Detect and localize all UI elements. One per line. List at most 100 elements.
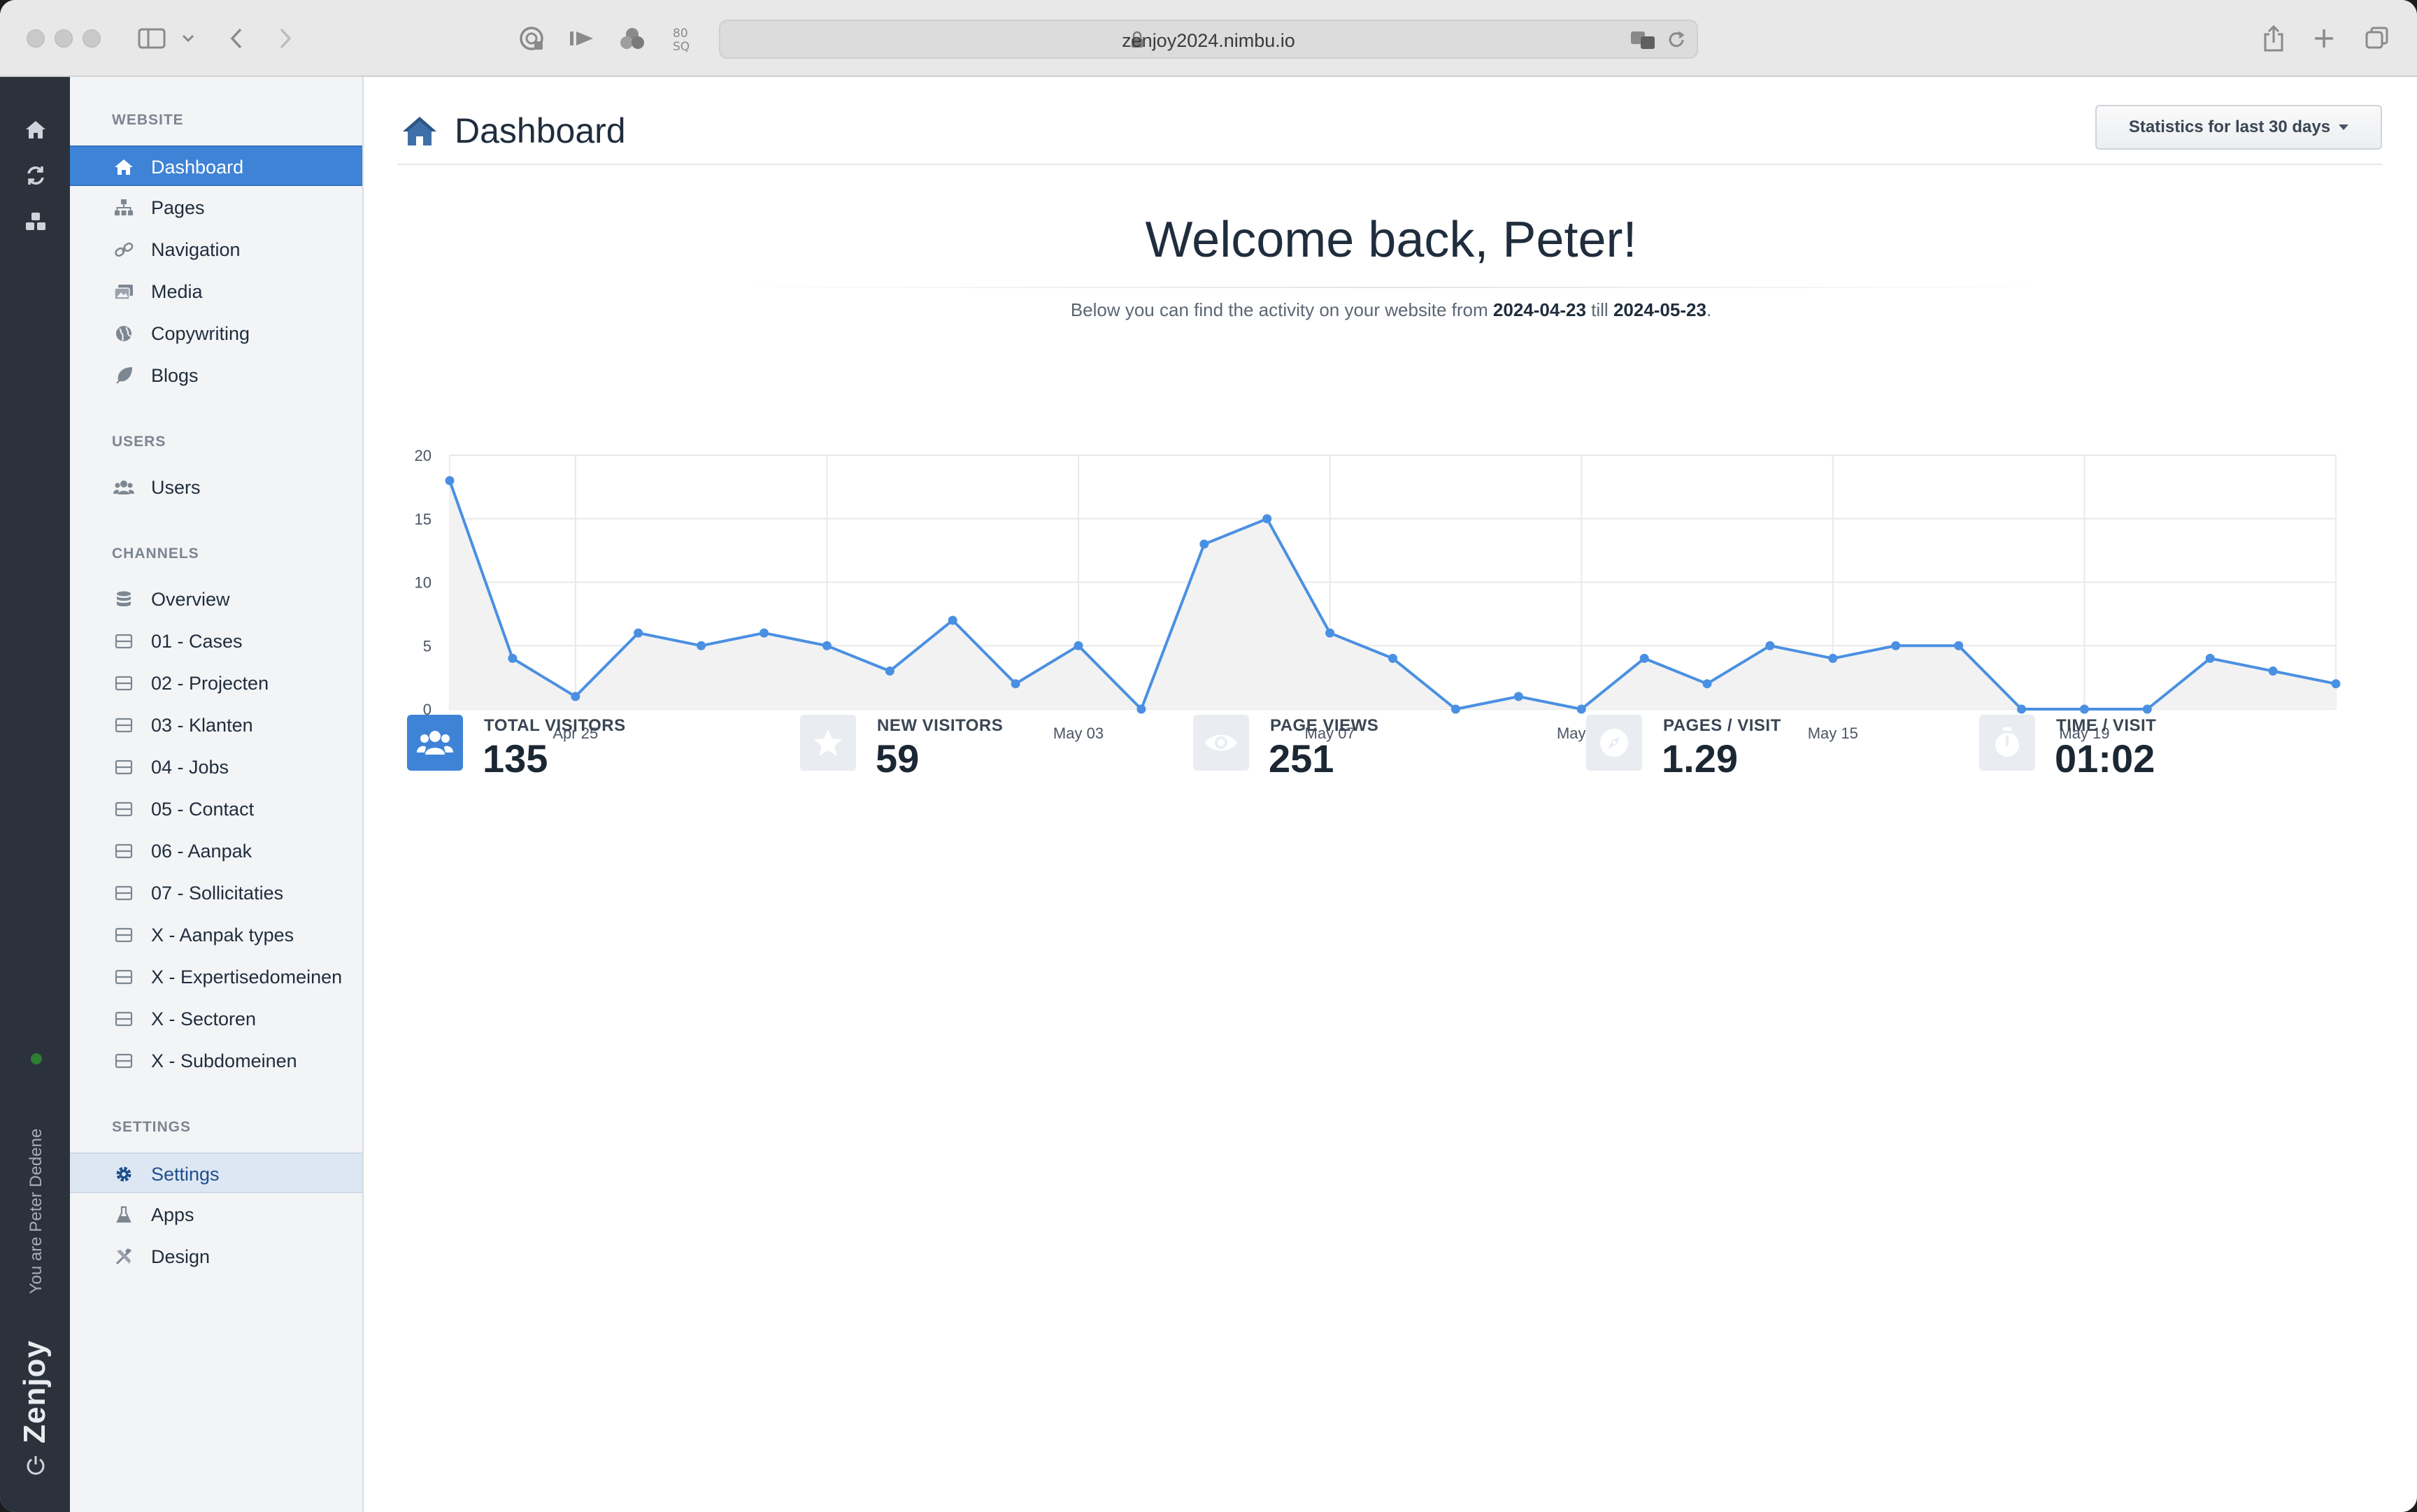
sidebar-item-label: Blogs	[151, 365, 199, 386]
globe-icon	[113, 324, 134, 343]
channel-icon	[113, 841, 134, 861]
sidebar-item-pages[interactable]: Pages	[70, 187, 362, 228]
chart-point	[1199, 539, 1209, 549]
sidebar-item-copywriting[interactable]: Copywriting	[70, 313, 362, 354]
translate-icon[interactable]	[1630, 29, 1657, 54]
chevron-down-icon[interactable]	[178, 21, 199, 56]
chart-point	[822, 641, 832, 650]
chart-point	[508, 653, 518, 663]
rail-sync-icon[interactable]	[21, 161, 50, 190]
forward-icon[interactable]	[271, 21, 299, 56]
stat-value: 251	[1269, 736, 1334, 780]
sidebar-item-channel[interactable]: X - Sectoren	[70, 999, 362, 1039]
channel-icon	[113, 883, 134, 903]
sidebar-item-channel[interactable]: 05 - Contact	[70, 789, 362, 829]
stat-label: TIME / VISIT	[2056, 716, 2157, 735]
sidebar-item-channel[interactable]: X - Aanpak types	[70, 915, 362, 955]
window-close-button[interactable]	[27, 29, 45, 48]
sidebar-item-label: Apps	[151, 1204, 194, 1225]
online-status-dot	[31, 1053, 42, 1064]
sidebar-item-channel[interactable]: 03 - Klanten	[70, 705, 362, 746]
sidebar-item-channel[interactable]: 07 - Sollicitaties	[70, 873, 362, 913]
svg-text:80: 80	[673, 27, 688, 41]
section-settings: SETTINGS	[112, 1119, 192, 1135]
sidebar-item-users[interactable]: Users	[70, 467, 362, 508]
channel-icon	[113, 673, 134, 693]
window-minimize-button[interactable]	[55, 29, 73, 48]
tab-overview-icon[interactable]	[2361, 21, 2393, 56]
compass-icon	[1586, 715, 1642, 771]
sidebar-item-dashboard[interactable]: Dashboard	[70, 145, 362, 186]
chart-point	[1891, 641, 1901, 650]
chart-point	[1074, 641, 1083, 650]
media-play-icon[interactable]	[565, 21, 599, 56]
stat-value: 01:02	[2055, 736, 2155, 780]
chart-point	[2079, 704, 2089, 714]
chart-point	[2017, 704, 2026, 714]
sidebar-item-channel[interactable]: X - Expertisedomeinen	[70, 957, 362, 997]
back-icon[interactable]	[222, 21, 250, 56]
chart-point	[1702, 679, 1712, 689]
sidebar-item-navigation[interactable]: Navigation	[70, 229, 362, 270]
chart-point	[1262, 514, 1272, 524]
window-zoom-button[interactable]	[83, 29, 101, 48]
channel-icon	[113, 925, 134, 945]
sidebar-item-blogs[interactable]: Blogs	[70, 355, 362, 396]
chart-point	[697, 641, 706, 650]
welcome-heading: Welcome back, Peter!	[1145, 212, 1637, 268]
home-icon	[113, 157, 134, 177]
channel-icon	[113, 757, 134, 777]
app-rail: You are Peter Dedene Zenjoy	[0, 77, 70, 1512]
sidebar-item-label: Design	[151, 1246, 211, 1267]
rail-home-icon[interactable]	[21, 115, 50, 144]
stat-new-visitors: NEW VISITORS 59	[800, 715, 1164, 780]
chart-point	[1388, 653, 1397, 663]
chart-point	[1828, 653, 1838, 663]
sidebar-item-channel[interactable]: X - Subdomeinen	[70, 1041, 362, 1081]
chart-y-tick-label: 20	[415, 447, 432, 464]
sidebar-item-channel[interactable]: 01 - Cases	[70, 621, 362, 662]
chart-y-tick-label: 15	[415, 511, 432, 528]
intro-from-date: 2024-04-23	[1492, 299, 1586, 320]
sidebar-item-design[interactable]: Design	[70, 1236, 362, 1277]
power-icon[interactable]	[21, 1450, 50, 1480]
extension-icon[interactable]	[615, 21, 649, 56]
gear-icon	[113, 1164, 134, 1184]
share-icon[interactable]	[2258, 21, 2290, 56]
reload-icon[interactable]	[1666, 29, 1687, 54]
sidebar-item-media[interactable]: Media	[70, 271, 362, 312]
sidebar-item-label: 03 - Klanten	[151, 715, 253, 736]
sidebar-item-label: Navigation	[151, 239, 241, 260]
sidebar-item-overview[interactable]: Overview	[70, 579, 362, 620]
chart-point	[1325, 628, 1335, 638]
chart-point	[2268, 666, 2278, 676]
channel-icon	[113, 799, 134, 819]
chart-point	[2205, 653, 2215, 663]
address-bar[interactable]: zenjoy2024.nimbu.io	[719, 20, 1698, 59]
sidebar-toggle-icon[interactable]	[134, 21, 169, 56]
sidebar-item-label: 04 - Jobs	[151, 757, 229, 778]
seo-extension-icon[interactable]: 80 SQ	[669, 21, 702, 56]
users-icon	[407, 715, 463, 771]
statistics-range-dropdown[interactable]: Statistics for last 30 days	[2095, 105, 2382, 150]
channel-icon	[113, 1051, 134, 1071]
sidebar-item-channel[interactable]: 04 - Jobs	[70, 747, 362, 787]
channel-icon	[113, 1009, 134, 1029]
sidebar-item-label: Users	[151, 477, 201, 498]
chart-point	[1136, 704, 1146, 714]
sidebar-item-channel[interactable]: 02 - Projecten	[70, 663, 362, 704]
sidebar-item-settings[interactable]: Settings	[70, 1153, 362, 1193]
stat-time-per-visit: TIME / VISIT 01:02	[1979, 715, 2343, 780]
sidebar-item-apps[interactable]: Apps	[70, 1194, 362, 1235]
stat-pages-per-visit: PAGES / VISIT 1.29	[1586, 715, 1950, 780]
brand-name[interactable]: Zenjoy	[17, 1340, 52, 1443]
intro-middle: till	[1591, 299, 1609, 320]
sidebar-item-label: 05 - Contact	[151, 799, 255, 820]
privacy-report-icon[interactable]	[515, 21, 548, 56]
stat-label: NEW VISITORS	[877, 716, 1004, 735]
rail-cubes-icon[interactable]	[21, 207, 50, 236]
url-text: zenjoy2024.nimbu.io	[1122, 30, 1295, 51]
stat-label: TOTAL VISITORS	[484, 716, 626, 735]
sidebar-item-channel[interactable]: 06 - Aanpak	[70, 831, 362, 871]
new-tab-icon[interactable]	[2308, 21, 2340, 56]
